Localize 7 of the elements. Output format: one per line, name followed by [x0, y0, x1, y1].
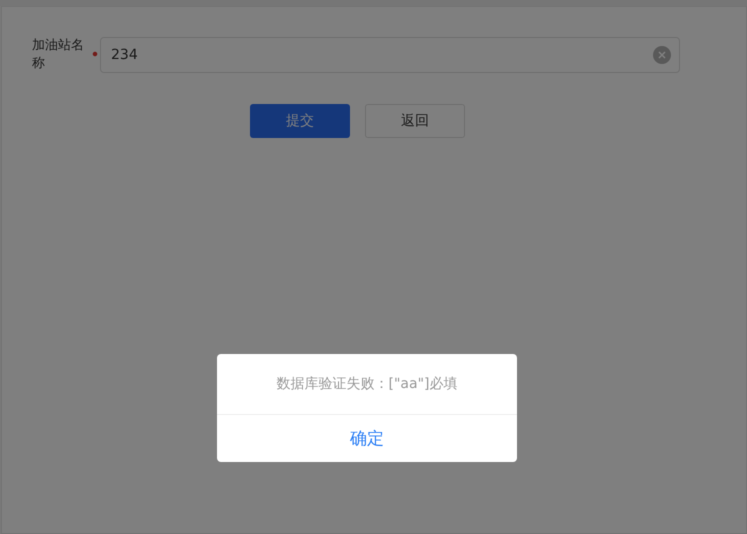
back-button[interactable]: 返回 [365, 104, 465, 138]
dialog-message: 数据库验证失败：["aa"]必填 [217, 354, 517, 415]
confirm-button[interactable]: 确定 [217, 415, 517, 462]
field-label: 加油站名称 [32, 37, 85, 73]
clear-icon[interactable] [653, 46, 671, 64]
input-field[interactable]: 234 [100, 37, 680, 73]
submit-button[interactable]: 提交 [250, 104, 350, 138]
